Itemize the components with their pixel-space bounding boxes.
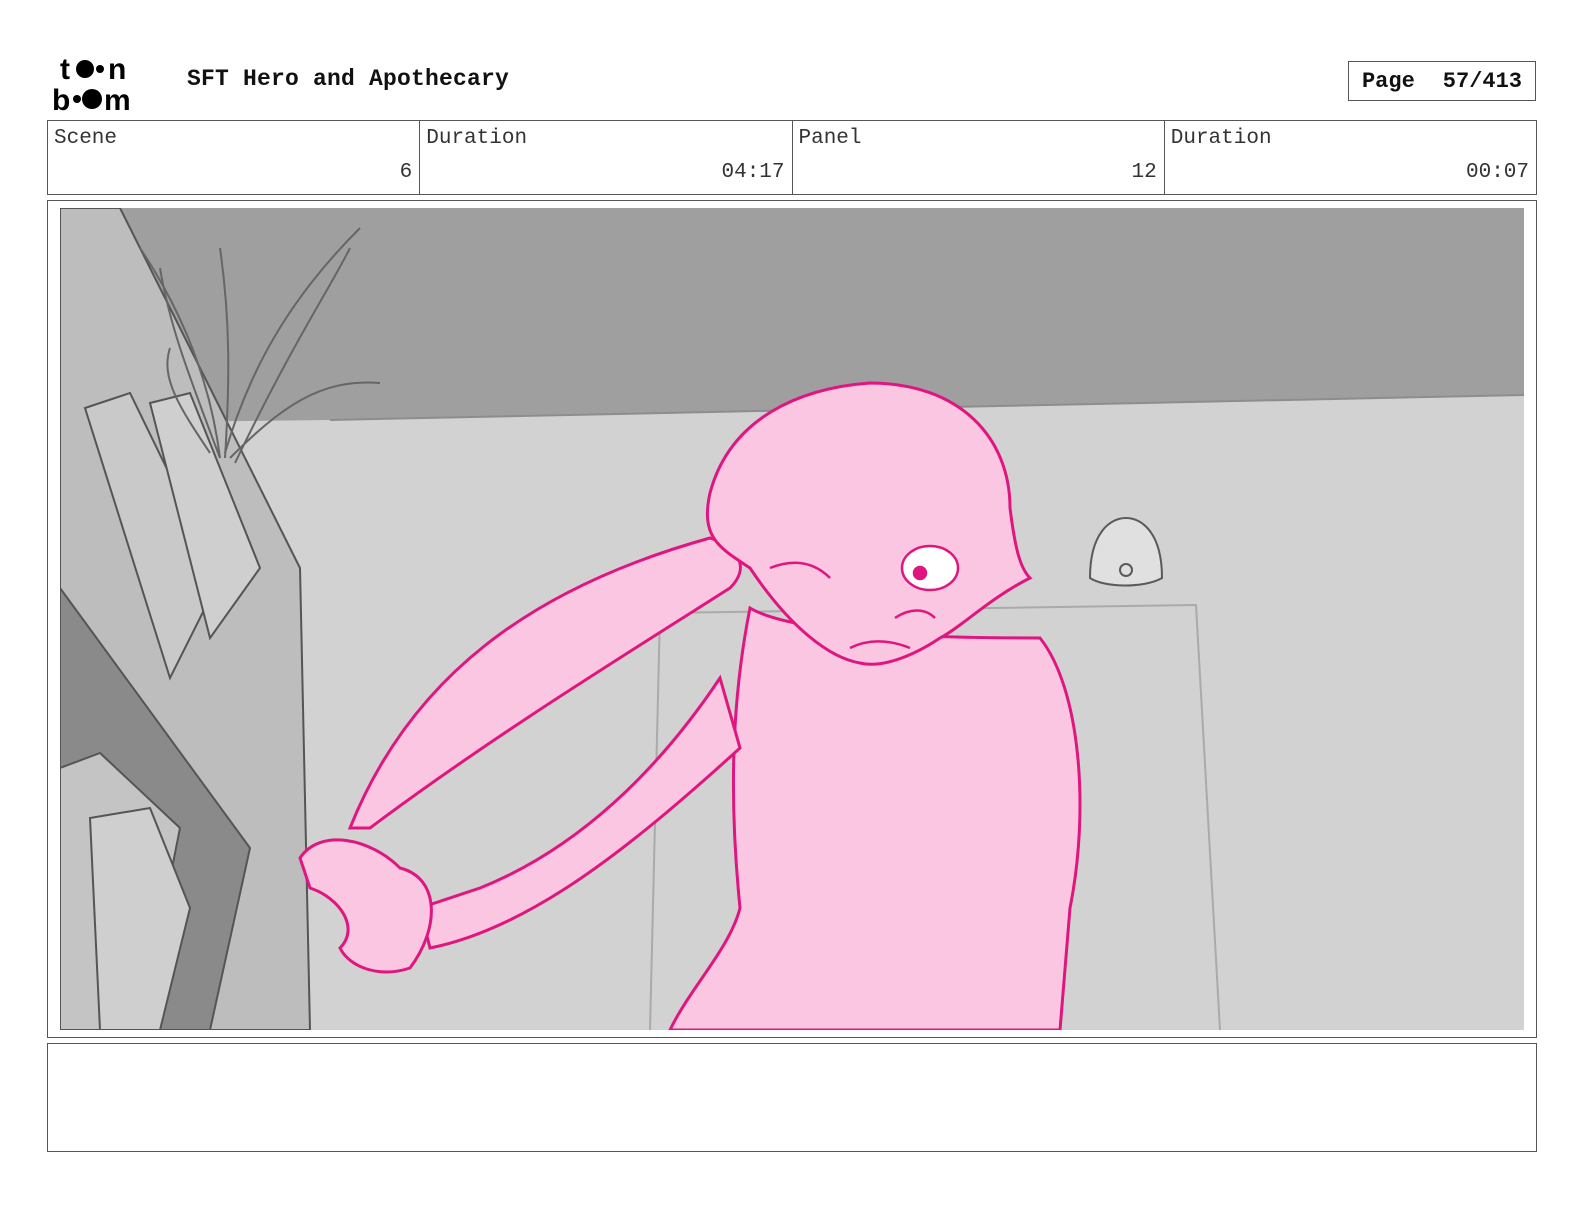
panel-duration-cell: Duration 00:07 xyxy=(1165,121,1536,194)
page-indicator: Page 57/413 xyxy=(1348,61,1536,101)
storyboard-panel-drawing xyxy=(60,208,1524,1030)
scene-duration-value: 04:17 xyxy=(721,161,785,184)
page-label: Page xyxy=(1361,68,1415,94)
svg-text:b: b xyxy=(52,84,70,112)
scene-value: 6 xyxy=(399,161,413,184)
project-title: SFT Hero and Apothecary xyxy=(187,66,510,92)
scene-duration-cell: Duration 04:17 xyxy=(420,121,793,194)
page-number: 57/413 xyxy=(1442,68,1523,94)
svg-text:n: n xyxy=(108,53,126,86)
panel-notes-box xyxy=(47,1043,1537,1152)
panel-value: 12 xyxy=(1131,161,1157,184)
ceiling xyxy=(60,208,1524,423)
panel-duration-value: 00:07 xyxy=(1465,161,1529,184)
scene-label: Scene xyxy=(54,127,118,150)
toonboom-logo: t n b m xyxy=(52,53,131,112)
panel-label: Panel xyxy=(798,127,862,150)
svg-text:t: t xyxy=(60,53,70,86)
scene-duration-label: Duration xyxy=(426,127,528,150)
panel-info-row: Scene 6 Duration 04:17 Panel 12 Duration… xyxy=(47,120,1537,195)
panel-cell: Panel 12 xyxy=(793,121,1165,194)
svg-text:m: m xyxy=(104,84,131,112)
panel-duration-label: Duration xyxy=(1170,127,1272,150)
scene-cell: Scene 6 xyxy=(48,121,421,194)
